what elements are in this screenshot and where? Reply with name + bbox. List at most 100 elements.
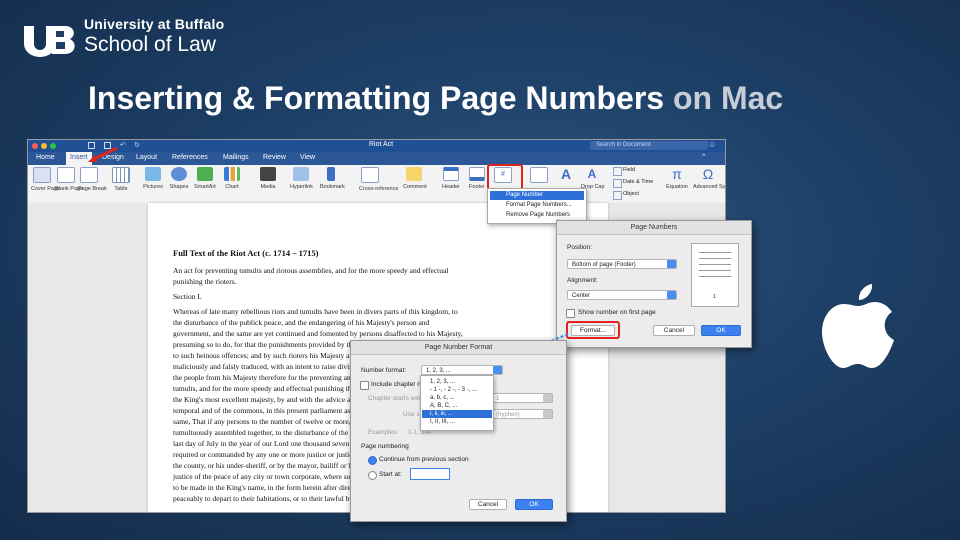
cancel-button[interactable]: Cancel [653, 325, 695, 336]
start-at-input[interactable] [410, 468, 450, 480]
tab-review[interactable]: Review [263, 154, 286, 161]
menu-bar: Home Insert Design Layout References Mai… [28, 152, 725, 165]
bookmark-button[interactable]: Bookmark [320, 167, 345, 190]
blank-page-button[interactable]: Blank Page [55, 167, 83, 192]
cancel-button[interactable]: Cancel [469, 499, 507, 510]
preview-page-number: 1 [713, 294, 716, 300]
document-line: An act for preventing tumults and riotou… [173, 266, 449, 275]
chapter-style-select[interactable]: 1 [491, 393, 553, 403]
show-first-page-label: Show number on first page [578, 309, 656, 316]
comment-icon [406, 167, 422, 181]
format-option[interactable]: I, II, III, ... [422, 418, 492, 426]
number-format-options: 1, 2, 3, ... - 1 -, - 2 -, - 3 -, ... a,… [420, 375, 494, 431]
continue-radio[interactable] [368, 456, 377, 465]
media-button[interactable]: Media [257, 167, 279, 190]
chevron-down-icon [543, 394, 552, 402]
header-button[interactable]: Header [440, 167, 462, 190]
tab-mailings[interactable]: Mailings [223, 154, 249, 161]
hyperlink-icon [293, 167, 309, 181]
alignment-select[interactable]: Center [567, 290, 677, 300]
tab-references[interactable]: References [172, 154, 208, 161]
shapes-icon [171, 167, 187, 181]
include-chapter-checkbox[interactable] [360, 381, 369, 390]
blank-page-icon [57, 167, 75, 183]
comment-button[interactable]: Comment [403, 167, 427, 190]
examples-label: Examples: [368, 429, 399, 436]
ub-logo-icon [24, 26, 75, 57]
tab-home[interactable]: Home [36, 154, 55, 161]
format-option[interactable]: - 1 -, - 2 -, - 3 -, ... [422, 386, 492, 394]
chevron-down-icon [543, 410, 552, 418]
drop-cap-button[interactable]: A Drop Cap [581, 167, 605, 190]
show-first-page-checkbox[interactable] [566, 309, 575, 318]
table-icon [112, 167, 130, 183]
continue-label: Continue from previous section [379, 456, 469, 463]
chart-icon [224, 167, 240, 181]
undo-icon[interactable]: ↶ [120, 141, 126, 149]
object-icon[interactable] [613, 191, 622, 200]
title-main: Inserting & Formatting Page Numbers [88, 80, 665, 116]
university-name: University at Buffalo [84, 16, 225, 32]
advanced-symbol-button[interactable]: ΩAdvanced Symbol [693, 166, 725, 190]
chevron-down-icon [493, 366, 502, 374]
cover-page-button[interactable]: Cover Page [31, 167, 60, 192]
format-option[interactable]: a, b, c, ... [422, 394, 492, 402]
document-line: the disturbance of the publick peace, an… [173, 318, 430, 327]
title-accent: on Mac [672, 80, 784, 116]
table-button[interactable]: Table [110, 167, 132, 192]
document-heading: Full Text of the Riot Act (c. 1714 – 171… [173, 248, 319, 258]
search-document-input[interactable]: Search in Document [590, 141, 708, 150]
equation-button[interactable]: π Equation [666, 167, 688, 190]
pi-icon: π [672, 166, 682, 182]
page-break-icon [80, 167, 98, 183]
text-box-button[interactable] [528, 167, 550, 183]
page-number-format-dialog: Page Number Format Number format: 1, 2, … [350, 340, 567, 522]
document-line: Whereas of late many rebellious riots an… [173, 307, 458, 316]
separator-select[interactable]: (hyphen) [491, 409, 553, 419]
document-line: Section I. [173, 292, 202, 301]
object-label[interactable]: Object [623, 191, 639, 197]
ok-button[interactable]: OK [701, 325, 741, 336]
chart-button[interactable]: Chart [221, 167, 243, 190]
number-format-label: Number format: [361, 367, 407, 374]
wordart-button[interactable]: A [555, 167, 577, 181]
redo-icon[interactable]: ↻ [134, 141, 140, 149]
close-window-icon[interactable] [32, 143, 38, 149]
position-select[interactable]: Bottom of page (Footer) [567, 259, 677, 269]
menu-item-format-page-numbers[interactable]: Format Page Numbers... [490, 201, 584, 210]
start-at-label: Start at: [379, 471, 402, 478]
cross-reference-button[interactable]: Cross-reference [359, 167, 398, 192]
zoom-window-icon[interactable] [50, 143, 56, 149]
format-option-selected[interactable]: i, ii, iii, ... [422, 410, 492, 418]
format-option[interactable]: 1, 2, 3, ... [422, 378, 492, 386]
cross-reference-icon [361, 167, 379, 183]
page-break-button[interactable]: Page Break [78, 167, 107, 192]
start-at-radio[interactable] [368, 471, 377, 480]
menu-item-page-number[interactable]: Page Number [490, 191, 584, 200]
minimize-window-icon[interactable] [41, 143, 47, 149]
dialog-title: Page Number Format [351, 341, 566, 355]
omega-icon: Ω [702, 166, 714, 182]
slide-title: Inserting & Formatting Page Numbers on M… [88, 80, 783, 117]
field-icon[interactable] [613, 167, 622, 176]
hyperlink-button[interactable]: Hyperlink [290, 167, 313, 190]
user-icon[interactable]: ☺ [708, 140, 716, 149]
date-time-icon[interactable] [613, 179, 622, 188]
field-label[interactable]: Field [623, 167, 635, 173]
number-format-select[interactable]: 1, 2, 3, ... [421, 365, 503, 375]
format-option[interactable]: A, B, C, ... [422, 402, 492, 410]
insert-ribbon: Cover Page Blank Page Page Break Table P… [28, 165, 725, 204]
shapes-button[interactable]: Shapes [168, 167, 190, 190]
tab-view[interactable]: View [300, 154, 315, 161]
alignment-label: Alignment: [567, 277, 598, 284]
ok-button[interactable]: OK [515, 499, 553, 510]
footer-button[interactable]: Footer [466, 167, 488, 190]
date-time-label[interactable]: Date & Time [623, 179, 653, 185]
collapse-ribbon-icon[interactable]: ⌃ [701, 153, 707, 161]
pictures-button[interactable]: Pictures [142, 167, 164, 190]
smartart-button[interactable]: SmartArt [194, 167, 216, 190]
apple-logo-icon [822, 284, 894, 368]
tab-layout[interactable]: Layout [136, 154, 157, 161]
red-arrow-icon [88, 146, 118, 162]
page-preview: 1 [691, 243, 739, 307]
